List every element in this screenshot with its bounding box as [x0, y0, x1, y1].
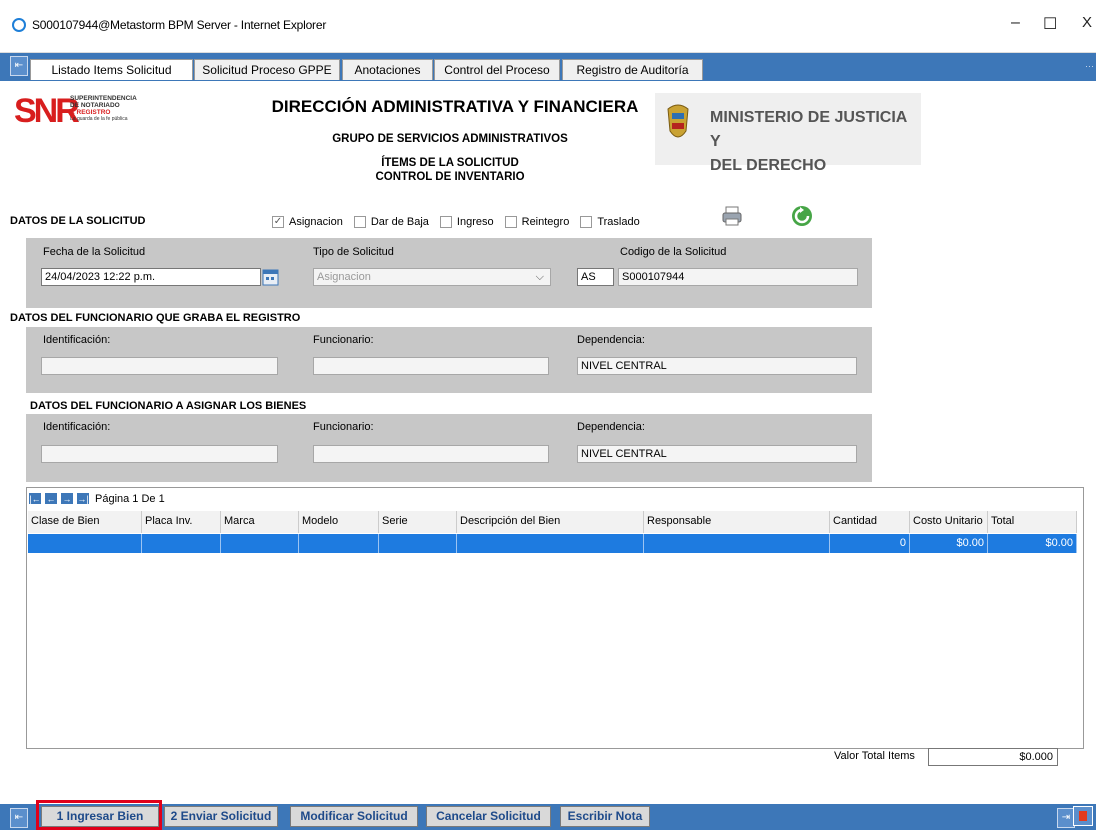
col-descripcion[interactable]: Descripción del Bien: [457, 511, 644, 533]
window-title-bar: S000107944@Metastorm BPM Server - Intern…: [0, 0, 1096, 53]
tipo-checkboxes: ✓ Asignacion Dar de Baja Ingreso Reintegr…: [272, 216, 640, 228]
back-arrow-icon[interactable]: ⇤: [10, 56, 28, 76]
asignar-id-label: Identificación:: [43, 421, 111, 433]
col-marca[interactable]: Marca: [221, 511, 299, 533]
cell-descripcion[interactable]: [457, 534, 644, 553]
ministerio-logo: MINISTERIO DE JUSTICIA Y DEL DERECHO: [655, 93, 921, 174]
minimize-button[interactable]: –: [1011, 14, 1020, 32]
colombia-coat-of-arms-icon: [667, 104, 689, 138]
codigo-field[interactable]: S000107944: [618, 268, 858, 286]
tab-control-proceso[interactable]: Control del Proceso: [434, 59, 560, 80]
asignar-id-field[interactable]: [41, 445, 278, 463]
cell-clase[interactable]: [28, 534, 142, 553]
total-value-field: $0.000: [928, 748, 1058, 766]
col-clase-de-bien[interactable]: Clase de Bien: [28, 511, 142, 533]
col-modelo[interactable]: Modelo: [299, 511, 379, 533]
asignar-funcionario-label: Funcionario:: [313, 421, 374, 433]
first-page-icon[interactable]: |←: [28, 492, 42, 505]
checkbox-dar-de-baja[interactable]: [353, 216, 366, 228]
cell-costo-unitario[interactable]: $0.00: [910, 534, 988, 553]
close-button[interactable]: X: [1082, 14, 1092, 31]
asignar-dependencia-field[interactable]: NIVEL CENTRAL: [577, 445, 857, 463]
highlight-box: [36, 800, 162, 830]
enviar-solicitud-button[interactable]: 2 Enviar Solicitud: [164, 806, 278, 827]
graba-dependencia-label: Dependencia:: [577, 334, 645, 346]
overflow-dots-icon: ⋯: [1085, 61, 1094, 71]
cell-serie[interactable]: [379, 534, 457, 553]
refresh-icon[interactable]: [791, 205, 813, 227]
snr-logo: SNR SUPERINTENDENCIA DE NOTARIADO & REGI…: [14, 92, 137, 130]
tab-solicitud-proceso[interactable]: Solicitud Proceso GPPE: [194, 59, 340, 80]
cell-marca[interactable]: [221, 534, 299, 553]
fecha-input[interactable]: 24/04/2023 12:22 p.m.: [41, 268, 261, 286]
col-responsable[interactable]: Responsable: [644, 511, 830, 533]
tab-anotaciones[interactable]: Anotaciones: [342, 59, 433, 80]
checkbox-ingreso[interactable]: [439, 216, 452, 228]
col-cantidad[interactable]: Cantidad: [830, 511, 910, 533]
escribir-nota-button[interactable]: Escribir Nota: [560, 806, 650, 827]
graba-funcionario-field[interactable]: [313, 357, 549, 375]
graba-dependencia-field[interactable]: NIVEL CENTRAL: [577, 357, 857, 375]
cell-placa[interactable]: [142, 534, 221, 553]
cell-cantidad[interactable]: 0: [830, 534, 910, 553]
collapse-left-icon[interactable]: ⇤: [10, 808, 28, 828]
tab-listado-items[interactable]: Listado Items Solicitud: [30, 59, 193, 80]
maximize-button[interactable]: ☐: [1043, 14, 1057, 34]
col-total[interactable]: Total: [988, 511, 1077, 533]
col-costo-unitario[interactable]: Costo Unitario: [910, 511, 988, 533]
col-serie[interactable]: Serie: [379, 511, 457, 533]
codigo-label: Codigo de la Solicitud: [620, 246, 727, 258]
stop-icon[interactable]: [1073, 806, 1093, 826]
modificar-solicitud-button[interactable]: Modificar Solicitud: [290, 806, 418, 827]
tipo-select[interactable]: Asignacion ⌵: [313, 268, 551, 286]
graba-id-label: Identificación:: [43, 334, 111, 346]
tab-registro-auditoria[interactable]: Registro de Auditoría: [562, 59, 703, 80]
checkbox-reintegro[interactable]: [504, 216, 517, 228]
graba-section-title: DATOS DEL FUNCIONARIO QUE GRABA EL REGIS…: [10, 312, 301, 324]
codigo-prefix-field[interactable]: AS: [577, 268, 614, 286]
cell-modelo[interactable]: [299, 534, 379, 553]
page-heading-items: ÍTEMS DE LA SOLICITUD: [381, 157, 519, 169]
solicitud-section-title: DATOS DE LA SOLICITUD: [10, 215, 146, 227]
graba-funcionario-label: Funcionario:: [313, 334, 374, 346]
grid-pager: |← ← → →| Página 1 De 1: [28, 492, 165, 505]
asignar-dependencia-label: Dependencia:: [577, 421, 645, 433]
calendar-icon[interactable]: [262, 267, 280, 287]
chevron-down-icon: ⌵: [535, 271, 544, 283]
internet-explorer-icon: [12, 18, 26, 32]
asignar-funcionario-field[interactable]: [313, 445, 549, 463]
cell-responsable[interactable]: [644, 534, 830, 553]
tipo-label: Tipo de Solicitud: [313, 246, 394, 258]
tab-bar: ⇤ Listado Items Solicitud Solicitud Proc…: [0, 53, 1096, 81]
fecha-label: Fecha de la Solicitud: [43, 246, 146, 258]
pager-text: Página 1 De 1: [95, 492, 165, 505]
next-page-icon[interactable]: →: [60, 492, 74, 505]
cell-total[interactable]: $0.00: [988, 534, 1077, 553]
graba-id-field[interactable]: [41, 357, 278, 375]
checkbox-traslado[interactable]: [580, 216, 593, 228]
cancelar-solicitud-button[interactable]: Cancelar Solicitud: [426, 806, 551, 827]
last-page-icon[interactable]: →|: [76, 492, 90, 505]
col-placa-inv[interactable]: Placa Inv.: [142, 511, 221, 533]
prev-page-icon[interactable]: ←: [44, 492, 58, 505]
page-subtitle: GRUPO DE SERVICIOS ADMINISTRATIVOS: [332, 133, 568, 145]
total-label: Valor Total Items: [834, 750, 915, 762]
window-title: S000107944@Metastorm BPM Server - Intern…: [32, 18, 327, 32]
page-title: DIRECCIÓN ADMINISTRATIVA Y FINANCIERA: [271, 97, 639, 116]
printer-icon[interactable]: [722, 206, 742, 226]
page-heading-control: CONTROL DE INVENTARIO: [375, 171, 525, 183]
checkbox-asignacion[interactable]: ✓: [272, 216, 284, 228]
asignar-section-title: DATOS DEL FUNCIONARIO A ASIGNAR LOS BIEN…: [30, 400, 307, 412]
